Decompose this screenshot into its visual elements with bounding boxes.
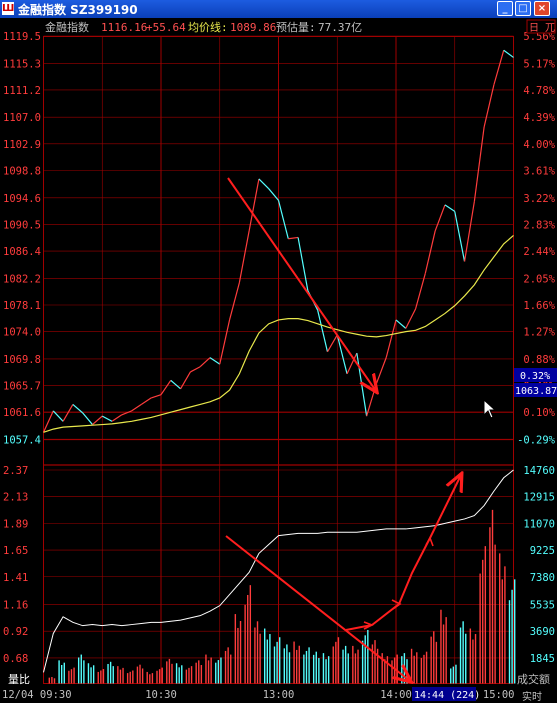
percent-tick-label: 1.27% (523, 327, 555, 339)
percent-tick-label: 5.17% (523, 58, 555, 70)
price-tick-label: 1094.6 (3, 193, 41, 205)
volume-tick-label: 12915 (523, 492, 555, 504)
volume-tick-label: 14760 (523, 465, 555, 477)
ratio-tick-label: 1.89 (3, 518, 28, 530)
volume-tick-label: 9225 (530, 545, 555, 557)
price-tick-label: 1057.4 (3, 435, 41, 447)
mouse-pointer-icon (483, 399, 497, 419)
price-tick-label: 1061.6 (3, 407, 41, 419)
volume-tick-label: 5535 (530, 600, 555, 612)
volume-tick-label: 3690 (530, 626, 555, 638)
minimize-icon[interactable]: _ (497, 1, 513, 16)
ratio-tick-label: 0.92 (3, 626, 28, 638)
cursor-pct: 0.32% (520, 371, 550, 382)
title-bar: Ш 金融指数 SZ399190 _ □ × (0, 0, 557, 18)
vol-ratio-tag: 量比 (8, 673, 30, 686)
time-tick-label: 14:00 (380, 689, 412, 701)
ratio-tick-label: 0.68 (3, 653, 28, 665)
index-price: 1116.16 (101, 21, 147, 34)
volume-tick-label: 11070 (523, 518, 555, 530)
volume-tick-label: 1845 (530, 653, 555, 665)
price-tick-label: 1078.1 (3, 300, 41, 312)
realtime-tag[interactable]: 实时 (522, 690, 542, 703)
intraday-chart[interactable]: 1119.5 1115.3 1111.2 1107.0 1102.9 1098.8 1094… (0, 18, 557, 703)
cursor-time: 14:44 (224) (414, 690, 480, 701)
percent-tick-label: -0.29% (517, 435, 556, 447)
ratio-tick-label: 2.13 (3, 492, 28, 504)
percent-tick-label: 4.78% (523, 85, 555, 97)
est-label: 预估量: (276, 21, 316, 34)
price-tick-label: 1086.4 (3, 246, 41, 258)
cursor-price: 1063.87 (515, 386, 557, 397)
percent-tick-label: 2.83% (523, 219, 555, 231)
percent-tick-label: 2.44% (523, 246, 555, 258)
window-title: 金融指数 SZ399190 (18, 3, 138, 17)
ratio-tick-label: 1.16 (3, 600, 28, 612)
price-tick-label: 1098.8 (3, 166, 41, 178)
price-tick-label: 1102.9 (3, 139, 41, 151)
ratio-tick-label: 1.65 (3, 545, 28, 557)
est-value: 77.37亿 (318, 21, 362, 34)
percent-tick-label: 3.22% (523, 193, 555, 205)
percent-tick-label: 2.05% (523, 273, 555, 285)
price-tick-label: 1111.2 (3, 85, 41, 97)
percent-tick-label: 0.88% (523, 354, 555, 366)
time-tick-label: 13:00 (263, 689, 295, 701)
time-tick-label: 10:30 (145, 689, 177, 701)
percent-tick-label: 0.10% (523, 407, 555, 419)
price-tick-label: 1090.5 (3, 219, 41, 231)
time-tick-label: 15:00 (483, 689, 515, 701)
ratio-tick-label: 2.37 (3, 465, 28, 477)
close-icon[interactable]: × (534, 1, 550, 16)
maximize-icon[interactable]: □ (515, 1, 531, 16)
price-tick-label: 1065.7 (3, 381, 41, 393)
avg-value: 1089.86 (230, 21, 276, 34)
percent-tick-label: 4.00% (523, 139, 555, 151)
price-tick-label: 1069.8 (3, 354, 41, 366)
index-change: +55.64 (146, 21, 186, 34)
turnover-tag: 成交额 (517, 672, 550, 686)
ratio-tick-label: 1.41 (3, 572, 28, 584)
price-tick-label: 1082.2 (3, 273, 41, 285)
avg-label: 均价线: (188, 20, 228, 34)
price-tick-label: 1074.0 (3, 327, 41, 339)
stock-app-icon: Ш (2, 2, 15, 15)
volume-tick-label: 7380 (530, 572, 555, 584)
period-badge-text: 日 兀 (529, 23, 555, 34)
percent-tick-label: 4.39% (523, 112, 555, 124)
price-tick-label: 1115.3 (3, 58, 41, 70)
index-name: 金融指数 (45, 20, 89, 34)
price-tick-label: 1119.5 (3, 31, 41, 43)
percent-tick-label: 3.61% (523, 166, 555, 178)
price-tick-label: 1107.0 (3, 112, 41, 124)
time-tick-label: 12/04 09:30 (2, 689, 72, 701)
percent-tick-label: 1.66% (523, 300, 555, 312)
